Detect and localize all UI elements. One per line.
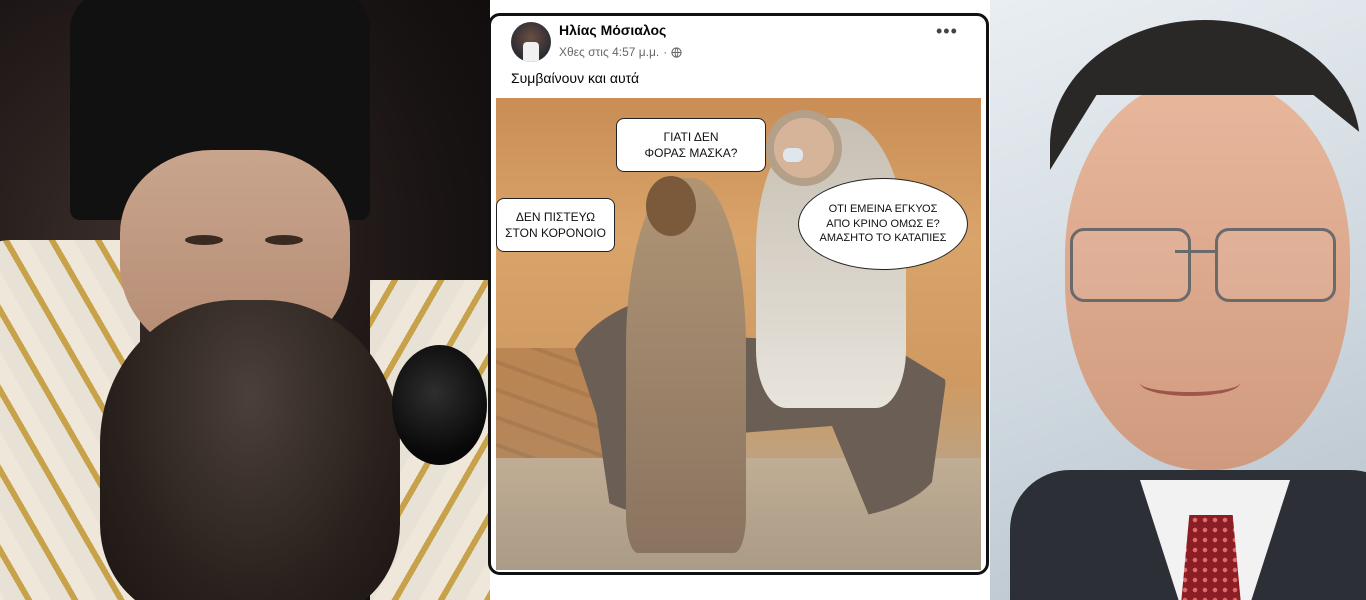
speech-bubble-mary-reply: ΟΤΙ ΕΜΕΙΝΑ ΕΓΚΥΟΣ ΑΠΟ ΚΡΙΝΟ ΟΜΩΣ Ε? ΑΜΑΣ… [798,178,968,270]
post-header: Ηλίας Μόσιαλος Χθες στις 4:57 μ.μ. · ••• [491,16,986,76]
mary-head [766,110,842,186]
smile [1140,370,1240,396]
cleric-beard [100,300,400,600]
meme-image[interactable]: ΓΙΑΤΙ ΔΕΝ ΦΟΡΑΣ ΜΑΣΚΑ? ΔΕΝ ΠΙΣΤΕΥΩ ΣΤΟΝ … [496,98,981,570]
facebook-post-card: Ηλίας Μόσιαλος Χθες στις 4:57 μ.μ. · •••… [488,13,989,575]
author-avatar[interactable] [511,22,551,62]
microphone [392,345,487,465]
speech-bubble-joseph: ΔΕΝ ΠΙΣΤΕΥΩ ΣΤΟΝ ΚΟΡΟΝΟΙΟ [496,198,615,252]
joseph-head [646,176,696,236]
bubble-text: ΟΤΙ ΕΜΕΙΝΑ ΕΓΚΥΟΣ ΑΠΟ ΚΡΙΝΟ ΟΜΩΣ Ε? ΑΜΑΣ… [819,202,947,245]
joseph-figure [626,178,746,553]
right-portrait-photo [990,0,1366,600]
bubble-text: ΔΕΝ ΠΙΣΤΕΥΩ ΣΤΟΝ ΚΟΡΟΝΟΙΟ [505,209,606,240]
speech-bubble-mary-question: ΓΙΑΤΙ ΔΕΝ ΦΟΡΑΣ ΜΑΣΚΑ? [616,118,766,172]
polka-dot-tie [1180,515,1242,600]
bubble-text: ΓΙΑΤΙ ΔΕΝ ΦΟΡΑΣ ΜΑΣΚΑ? [644,129,738,160]
glasses-lens-left [1070,228,1191,302]
post-text: Συμβαίνουν και αυτά [511,70,640,86]
ellipsis-icon[interactable]: ••• [936,22,958,42]
glasses-bridge [1175,250,1215,253]
post-meta: Χθες στις 4:57 μ.μ. · [559,45,682,59]
author-name[interactable]: Ηλίας Μόσιαλος [559,22,666,38]
glasses-lens-right [1215,228,1336,302]
cleric-eye-left [185,235,223,245]
meta-separator: · [663,45,668,59]
globe-icon [671,46,682,58]
face-mask [783,148,803,162]
left-portrait-photo [0,0,490,600]
cleric-eye-right [265,235,303,245]
post-timestamp[interactable]: Χθες στις 4:57 μ.μ. [559,45,659,59]
